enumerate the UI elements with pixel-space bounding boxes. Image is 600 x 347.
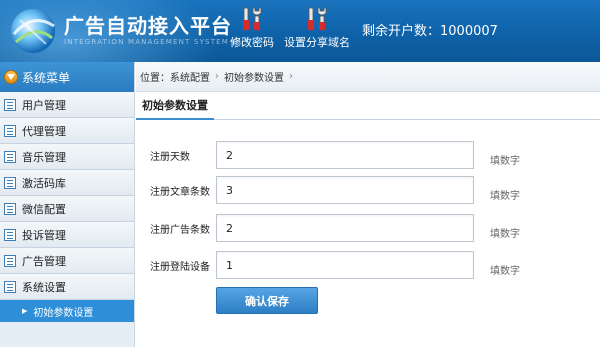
breadcrumb-item-system-config[interactable]: 系统配置 [170,69,210,84]
list-icon [4,98,16,111]
register-ads-input[interactable] [216,214,474,242]
app-header: 广告自动接入平台 INTEGRATION MANAGEMENT SYSTEM B… [0,0,600,62]
field-label: 注册广告条数 [150,225,210,236]
register-days-input[interactable] [216,141,474,169]
field-label: 注册天数 [150,152,190,163]
sidebar-item-users[interactable]: 用户管理 [0,92,134,118]
form-row: 注册广告条数 填数字 [136,214,600,242]
sidebar-item-label: 广告管理 [22,254,66,268]
sidebar-item-activation-codes[interactable]: 激活码库 [0,170,134,196]
sidebar-item-system-settings[interactable]: 系统设置 [0,274,134,300]
logo-icon [11,9,55,53]
list-icon [4,202,16,215]
list-icon [4,228,16,241]
sidebar-item-label: 投诉管理 [22,228,66,242]
list-icon [4,254,16,267]
sidebar-subitem-label: 初始参数设置 [33,307,94,319]
breadcrumb: 位置： 系统配置 › 初始参数设置 › [136,62,600,92]
form-row: 注册登陆设备 填数字 [136,251,600,279]
sidebar-item-label: 系统设置 [22,280,66,294]
field-hint: 填数字 [490,191,520,202]
tab-initial-params[interactable]: 初始参数设置 [136,97,214,120]
app-title: 广告自动接入平台 [64,14,232,38]
breadcrumb-separator-icon: › [215,71,219,82]
sidebar-item-complaints[interactable]: 投诉管理 [0,222,134,248]
sidebar-header[interactable]: 系统菜单 [0,62,134,92]
field-label: 注册登陆设备 [150,262,210,273]
sidebar-item-label: 音乐管理 [22,150,66,164]
register-devices-input[interactable] [216,251,474,279]
field-label: 注册文章条数 [150,187,210,198]
list-icon [4,150,16,163]
field-hint: 填数字 [490,229,520,240]
chevron-down-icon [4,70,18,84]
form-row: 注册天数 填数字 [136,141,600,169]
list-icon [4,176,16,189]
sidebar-title: 系统菜单 [22,70,71,85]
tools-icon [308,7,327,31]
sidebar-item-agents[interactable]: 代理管理 [0,118,134,144]
list-icon [4,280,16,293]
breadcrumb-separator-icon: › [289,71,293,82]
sidebar-item-wechat-config[interactable]: 微信配置 [0,196,134,222]
sidebar: 系统菜单 用户管理 代理管理 音乐管理 激活码库 微信配置 投诉管理 广告管理 … [0,62,135,347]
sidebar-item-label: 激活码库 [22,176,66,190]
tools-icon [243,7,262,31]
sidebar-item-label: 代理管理 [22,124,66,138]
sidebar-item-label: 微信配置 [22,202,66,216]
tab-bar: 初始参数设置 [136,92,600,120]
main-content: 位置： 系统配置 › 初始参数设置 › 初始参数设置 注册天数 填数字 注册文章… [136,62,600,347]
triangle-right-icon: ▶ [22,307,28,315]
save-button[interactable]: 确认保存 [216,287,318,314]
sidebar-item-ads[interactable]: 广告管理 [0,248,134,274]
form-row: 注册文章条数 填数字 [136,176,600,204]
change-password-label: 修改密码 [230,36,274,49]
list-icon [4,124,16,137]
app-subtitle: INTEGRATION MANAGEMENT SYSTEM BUT [64,38,251,46]
register-articles-input[interactable] [216,176,474,204]
breadcrumb-item-initial-params[interactable]: 初始参数设置 [224,69,284,84]
field-hint: 填数字 [490,266,520,277]
sidebar-item-music[interactable]: 音乐管理 [0,144,134,170]
sidebar-subitem-initial-params[interactable]: ▶ 初始参数设置 [0,300,134,322]
share-domain-label: 设置分享域名 [284,36,350,49]
share-domain-button[interactable]: 设置分享域名 [283,6,351,50]
remaining-accounts: 剩余开户数：1000007 [362,24,498,39]
sidebar-item-label: 用户管理 [22,98,66,112]
change-password-button[interactable]: 修改密码 [228,6,276,50]
field-hint: 填数字 [490,156,520,167]
breadcrumb-prefix: 位置： [140,73,170,84]
